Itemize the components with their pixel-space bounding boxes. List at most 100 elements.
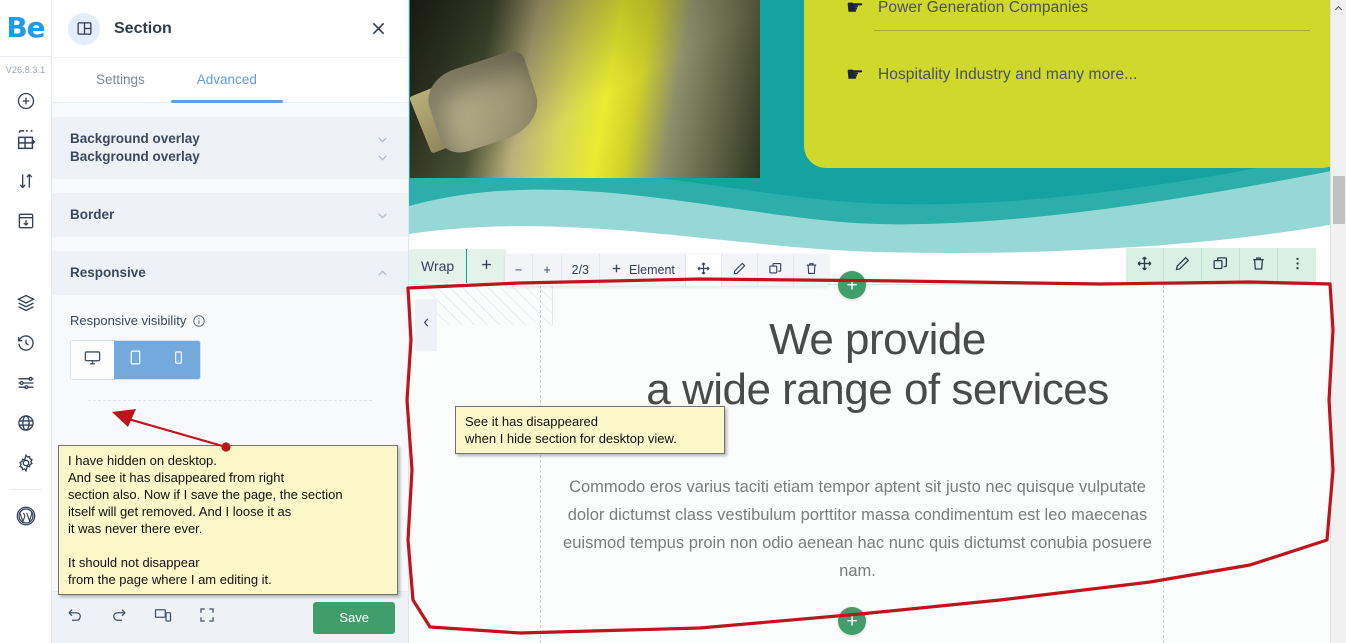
accordion-label-responsive: Responsive — [70, 265, 146, 280]
rail-item-options[interactable] — [6, 363, 46, 403]
hero-section: ☛ Power Generation Companies ☛ Hospitali… — [409, 0, 1346, 290]
wrap-toolbar: Wrap — [409, 249, 507, 283]
rail-divider — [9, 489, 42, 490]
move-icon — [696, 261, 711, 279]
chevron-down-icon[interactable] — [375, 206, 390, 224]
headline-line-1: We provide — [769, 315, 986, 364]
accordion-border[interactable]: Border — [52, 193, 408, 237]
hero-photo — [410, 0, 760, 178]
mobile-icon — [171, 350, 186, 370]
accordion-label-border: Border — [70, 207, 115, 222]
edit-element-button[interactable] — [722, 254, 758, 286]
section-paragraph: Commodo eros varius taciti etiam tempor … — [563, 478, 1152, 580]
column-width-decrease-button[interactable]: − — [505, 254, 534, 286]
panel-bottom-icons — [66, 606, 216, 629]
element-toolbar: − + 2/3 Element — [505, 254, 829, 286]
delete-section-button[interactable] — [1240, 248, 1278, 284]
panel-header: Section — [52, 0, 408, 58]
save-button[interactable]: Save — [313, 601, 395, 634]
rail-item-global[interactable] — [6, 403, 46, 443]
section-layout-icon — [68, 12, 100, 45]
add-element-label: Element — [629, 263, 675, 277]
accordion-label-background-overlay-b: Background overlay — [70, 149, 200, 164]
device-toggle-mobile[interactable] — [157, 341, 200, 379]
gear-icon — [16, 453, 36, 473]
pointing-hand-icon: ☛ — [846, 64, 864, 86]
responsive-visibility-toggle-group — [70, 340, 201, 380]
rail-item-layers[interactable] — [6, 283, 46, 323]
device-toggle-tablet[interactable] — [114, 341, 157, 379]
add-section-above-button[interactable]: + — [838, 271, 866, 299]
wrap-add-button[interactable] — [467, 249, 506, 283]
import-box-icon — [16, 211, 36, 231]
chevron-up-icon[interactable] — [375, 264, 390, 282]
wordpress-icon — [15, 505, 37, 527]
rail-item-settings[interactable] — [6, 443, 46, 483]
accordion-responsive[interactable]: Responsive — [52, 251, 408, 295]
page-canvas: ☛ Power Generation Companies ☛ Hospitali… — [409, 0, 1346, 643]
sort-arrows-icon — [16, 171, 36, 191]
move-section-button[interactable] — [1126, 248, 1164, 284]
close-icon[interactable] — [365, 15, 392, 42]
edit-pencil-icon — [1174, 255, 1191, 277]
rail-item-reorder[interactable] — [6, 161, 46, 201]
wrap-label[interactable]: Wrap — [409, 249, 468, 283]
redo-icon[interactable] — [110, 606, 128, 629]
tablet-icon — [127, 349, 144, 371]
add-element-button[interactable]: Element — [600, 254, 686, 286]
info-circle-icon[interactable] — [192, 314, 206, 328]
panel-title: Section — [114, 19, 172, 37]
edit-section-button[interactable] — [1164, 248, 1202, 284]
hero-photo-clipboard — [410, 63, 517, 154]
duplicate-icon — [1212, 255, 1229, 277]
panel-tabs: Settings Advanced — [52, 58, 408, 103]
rail-item-add-element[interactable] — [6, 81, 46, 121]
chevron-down-icon[interactable] — [375, 130, 390, 148]
column-width-increase-button[interactable]: + — [533, 254, 562, 286]
tab-settings[interactable]: Settings — [70, 58, 171, 103]
tab-advanced[interactable]: Advanced — [170, 58, 283, 103]
responsive-visibility-label-row: Responsive visibility — [70, 313, 390, 328]
chevron-up-icon[interactable] — [1331, 0, 1346, 16]
accordion-chevrons — [375, 117, 390, 179]
edit-pencil-icon — [732, 261, 747, 279]
rail-icon-list — [6, 81, 46, 536]
responsive-visibility-group: Responsive visibility — [52, 295, 408, 401]
rail-item-import-export[interactable] — [6, 201, 46, 241]
section-toolbar-right — [1126, 248, 1316, 284]
add-section-below-button[interactable]: + — [838, 607, 866, 635]
list-item-label: Hospitality Industry and many more... — [877, 66, 1138, 83]
chevron-down-icon[interactable] — [375, 148, 390, 166]
duplicate-section-button[interactable] — [1202, 248, 1240, 284]
page-title: We provide a wide range of services — [409, 315, 1346, 415]
rail-item-history[interactable] — [6, 323, 46, 363]
rail-item-add-layout[interactable] — [6, 121, 46, 161]
vertical-scrollbar[interactable] — [1330, 0, 1346, 643]
desktop-icon — [83, 348, 102, 372]
duplicate-element-button[interactable] — [758, 254, 794, 286]
device-toggle-desktop[interactable] — [71, 341, 114, 379]
more-vertical-icon — [1289, 255, 1306, 277]
accordion-labels: Background overlay Background overlay — [70, 117, 200, 179]
scrollbar-thumb[interactable] — [1333, 176, 1345, 224]
pointing-hand-icon: ☛ — [846, 0, 864, 19]
delete-element-button[interactable] — [794, 254, 829, 286]
list-item-label: Power Generation Companies — [877, 0, 1089, 16]
left-icon-rail: Be V26.8.3.1 — [0, 0, 52, 643]
sliders-icon — [16, 373, 36, 393]
app-logo: Be — [6, 11, 45, 44]
undo-icon[interactable] — [66, 606, 84, 629]
more-options-button[interactable] — [1278, 248, 1316, 284]
trash-icon — [1250, 255, 1267, 277]
selected-section: + + We provide a wide range of services … — [409, 271, 1346, 643]
column-ratio-label: 2/3 — [562, 254, 601, 286]
responsive-visibility-label: Responsive visibility — [70, 313, 187, 328]
rail-item-wordpress[interactable] — [6, 496, 46, 536]
app-root: Be V26.8.3.1 Section Settings Advanced B… — [0, 0, 1346, 643]
move-element-button[interactable] — [685, 254, 722, 286]
responsive-icon[interactable] — [154, 606, 172, 629]
fullscreen-icon[interactable] — [198, 606, 216, 629]
accordion-background-overlay[interactable]: Background overlay Background overlay — [52, 117, 408, 179]
move-icon — [1136, 255, 1153, 277]
